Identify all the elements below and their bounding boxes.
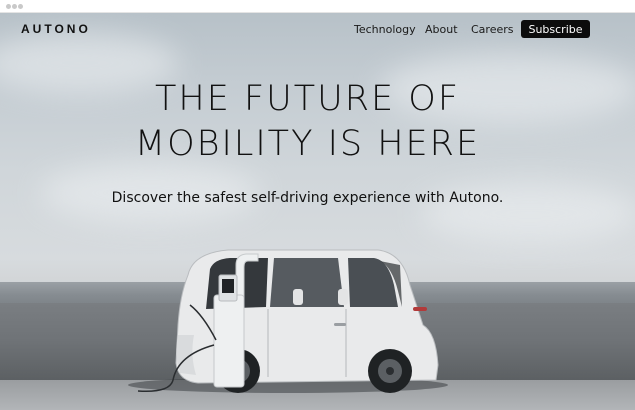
- hero-subtitle: Discover the safest self-driving experie…: [111, 190, 504, 206]
- hero-title: THE FUTURE OF MOBILITY IS HERE: [0, 77, 615, 167]
- nav-link-about[interactable]: About: [425, 23, 458, 36]
- nav-link-technology[interactable]: Technology: [354, 23, 416, 36]
- brand-logo[interactable]: AUTONO: [21, 22, 91, 36]
- hero-title-line-1: THE FUTURE OF: [155, 79, 460, 119]
- nav-link-careers[interactable]: Careers: [471, 23, 514, 36]
- browser-chrome: [0, 0, 635, 13]
- subscribe-button[interactable]: Subscribe: [521, 20, 590, 38]
- hero-section: AUTONO Technology About Careers Subscrib…: [0, 13, 635, 410]
- top-navigation: AUTONO Technology About Careers Subscrib…: [0, 13, 635, 45]
- hero-title-line-2: MOBILITY IS HERE: [134, 124, 481, 164]
- window-dot-icon: [6, 4, 11, 9]
- window-dot-icon: [18, 4, 23, 9]
- autonomous-car-image: [128, 249, 448, 393]
- window-dot-icon: [12, 4, 17, 9]
